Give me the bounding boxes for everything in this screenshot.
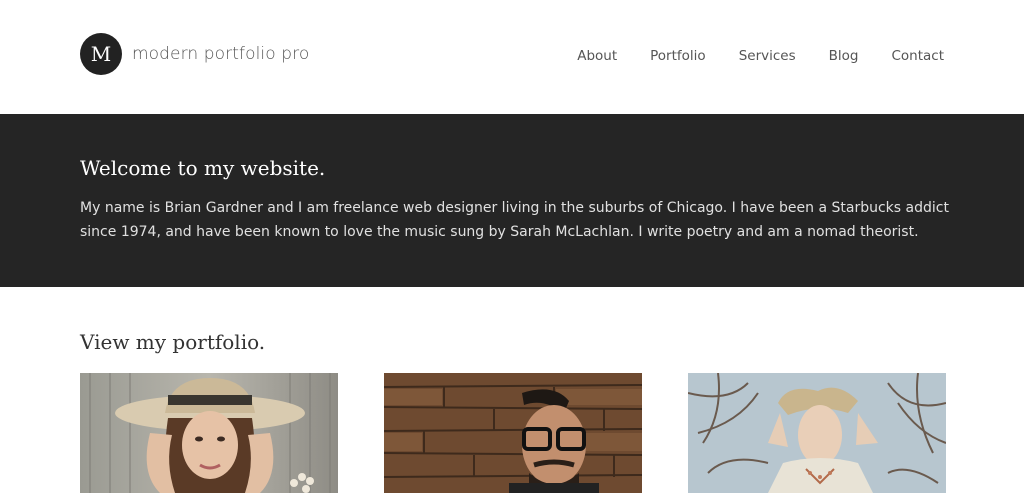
- site-title[interactable]: modern portfolio pro: [132, 44, 309, 64]
- main-nav: About Portfolio Services Blog Contact: [544, 46, 944, 66]
- nav-item-services[interactable]: Services: [739, 46, 796, 66]
- portfolio-item-2[interactable]: [384, 373, 642, 493]
- welcome-heading: Welcome to my website.: [80, 156, 326, 180]
- portfolio-item-3[interactable]: [688, 373, 946, 493]
- portfolio-image-woman-branches[interactable]: [688, 373, 946, 493]
- portfolio-grid: [80, 373, 946, 493]
- portfolio-image-woman-hat[interactable]: [80, 373, 338, 493]
- portfolio-image-man-glasses[interactable]: [384, 373, 642, 493]
- nav-item-blog[interactable]: Blog: [829, 46, 859, 66]
- portfolio-heading: View my portfolio.: [80, 330, 266, 354]
- nav-item-about[interactable]: About: [577, 46, 617, 66]
- welcome-section: Welcome to my website. My name is Brian …: [0, 114, 1024, 287]
- portfolio-item-1[interactable]: [80, 373, 338, 493]
- site-header: M modern portfolio pro About Portfolio S…: [0, 0, 1024, 114]
- nav-item-portfolio[interactable]: Portfolio: [650, 46, 706, 66]
- welcome-text: My name is Brian Gardner and I am freela…: [80, 200, 949, 240]
- nav-item-contact[interactable]: Contact: [891, 46, 944, 66]
- site-logo[interactable]: M modern portfolio pro: [80, 33, 309, 75]
- logo-mark[interactable]: M: [80, 33, 122, 75]
